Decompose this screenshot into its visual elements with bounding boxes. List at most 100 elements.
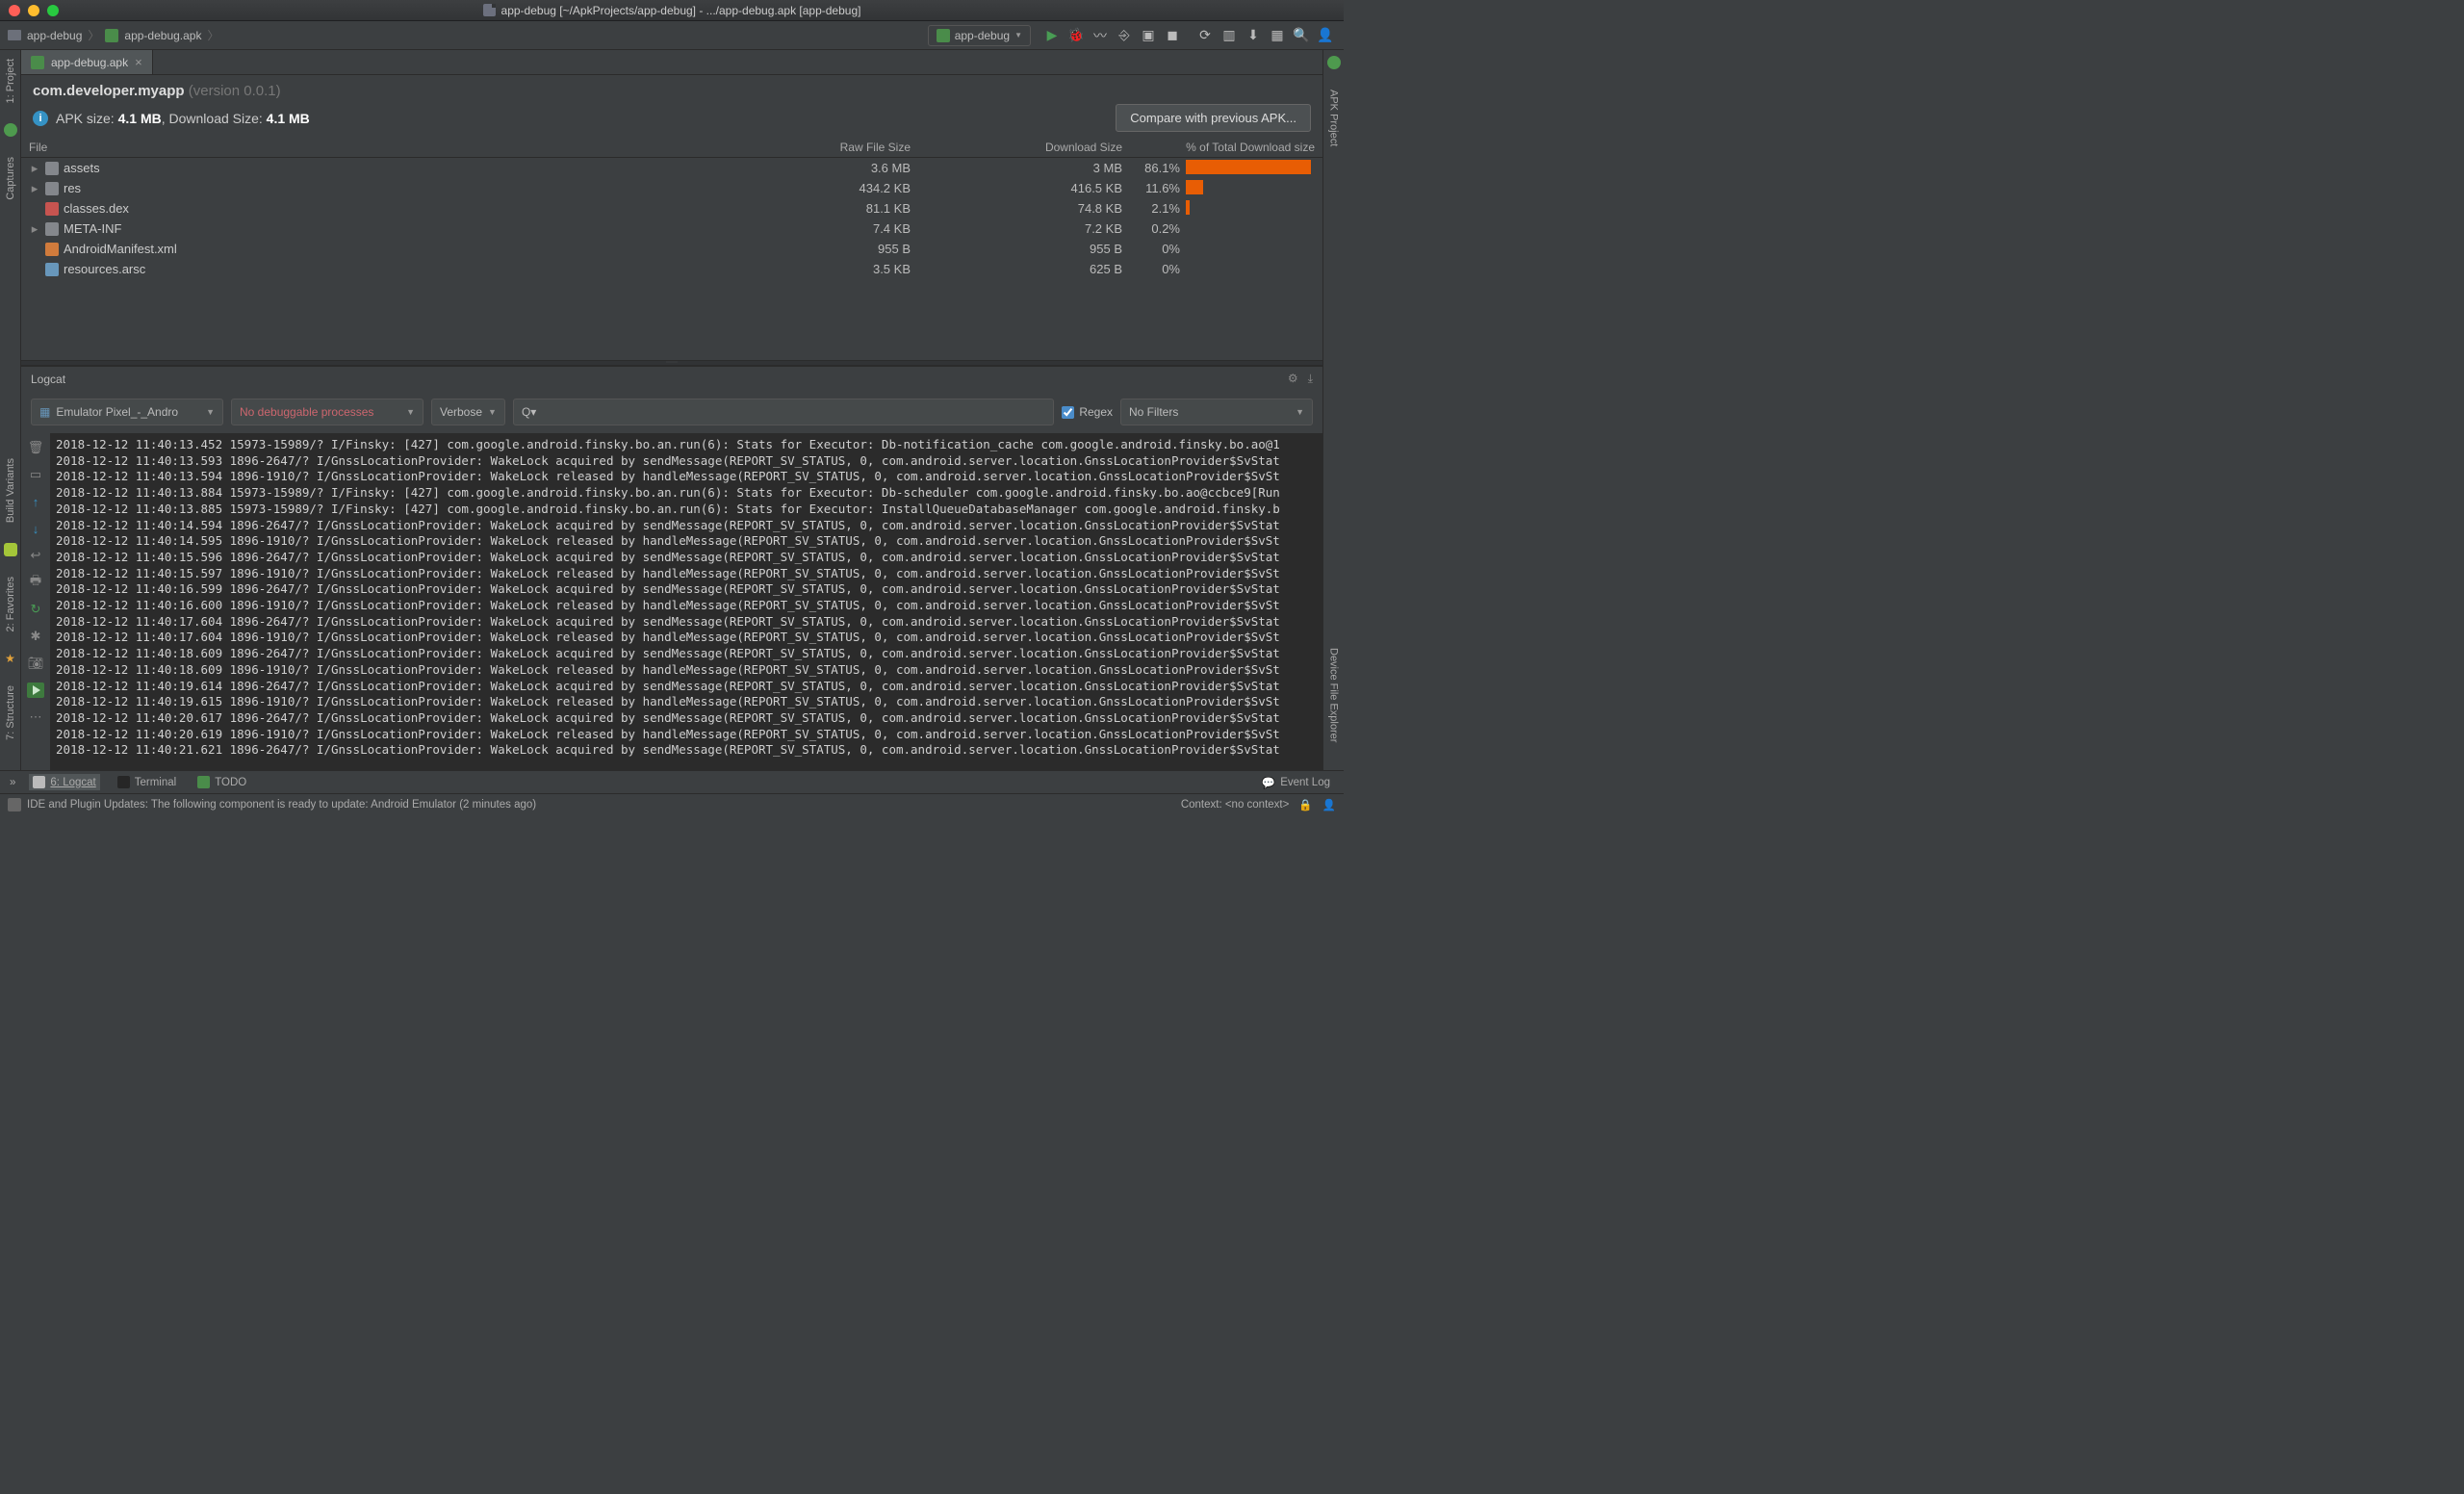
- sdk-manager-button[interactable]: ⬇: [1243, 25, 1264, 46]
- dex-icon: [45, 202, 59, 216]
- expander-icon[interactable]: [29, 201, 40, 216]
- breadcrumb-file[interactable]: app-debug.apk: [105, 29, 201, 42]
- minimize-window-button[interactable]: [28, 5, 39, 16]
- expander-icon[interactable]: [29, 262, 40, 276]
- download-size: 3 MB: [911, 161, 1122, 175]
- tab-logcat[interactable]: 6: Logcat: [29, 774, 99, 790]
- project-structure-button[interactable]: ▦: [1267, 25, 1288, 46]
- col-file[interactable]: File: [29, 141, 718, 154]
- apk-project-icon: [1327, 56, 1341, 69]
- col-percent[interactable]: % of Total Download size: [1122, 141, 1315, 154]
- close-tab-icon[interactable]: ×: [135, 55, 142, 69]
- tab-project[interactable]: 1: Project: [4, 56, 17, 106]
- gear-icon[interactable]: ⚙︎: [1288, 372, 1298, 386]
- maximize-window-button[interactable]: [47, 5, 59, 16]
- up-stack-icon[interactable]: ↑: [27, 493, 44, 510]
- screenshot-icon[interactable]: 📷︎: [27, 655, 44, 672]
- tab-captures[interactable]: Captures: [4, 154, 17, 203]
- tab-build-variants[interactable]: Build Variants: [4, 455, 17, 526]
- log-output[interactable]: 2018-12-12 11:40:13.452 15973-15989/? I/…: [50, 433, 1322, 770]
- logcat-title-label: Logcat: [31, 373, 65, 386]
- run-configuration-selector[interactable]: app-debug ▼: [928, 25, 1031, 46]
- status-icon[interactable]: [8, 798, 21, 811]
- package-name: com.developer.myapp: [33, 83, 185, 99]
- settings-button[interactable]: 👤: [1315, 25, 1336, 46]
- attach-debugger-button[interactable]: ⎆: [1114, 25, 1135, 46]
- scroll-to-end-icon[interactable]: ▭: [27, 466, 44, 483]
- tab-structure[interactable]: 7: Structure: [4, 683, 17, 743]
- col-download-size[interactable]: Download Size: [911, 141, 1122, 154]
- debug-button[interactable]: 🐞: [1065, 25, 1087, 46]
- event-log-icon: 💬: [1262, 776, 1275, 789]
- hide-panel-icon[interactable]: ⤓: [1308, 372, 1313, 386]
- info-icon[interactable]: i: [33, 111, 48, 126]
- print-icon[interactable]: 🖶: [27, 574, 44, 591]
- hector-icon[interactable]: 👤: [1322, 798, 1336, 811]
- close-window-button[interactable]: [9, 5, 20, 16]
- search-everywhere-button[interactable]: 🔍: [1291, 25, 1312, 46]
- filter-selector[interactable]: No Filters ▼: [1120, 399, 1313, 425]
- breadcrumb-file-label: app-debug.apk: [124, 29, 201, 42]
- tab-favorites[interactable]: 2: Favorites: [4, 574, 17, 634]
- run-button[interactable]: ▶: [1041, 25, 1063, 46]
- down-stack-icon[interactable]: ↓: [27, 520, 44, 537]
- table-row[interactable]: resources.arsc3.5 KB625 B0%: [21, 259, 1322, 279]
- star-icon: ★: [5, 652, 15, 665]
- regex-checkbox-input[interactable]: [1062, 406, 1074, 419]
- percent: 86.1%: [1122, 161, 1180, 175]
- table-row[interactable]: classes.dex81.1 KB74.8 KB2.1%: [21, 198, 1322, 219]
- percent: 0.2%: [1122, 221, 1180, 236]
- settings-icon[interactable]: ✱: [27, 628, 44, 645]
- stop-button[interactable]: ◼: [1162, 25, 1183, 46]
- table-row[interactable]: ▸META-INF7.4 KB7.2 KB0.2%: [21, 219, 1322, 239]
- tab-terminal[interactable]: Terminal: [114, 774, 180, 790]
- log-search-input[interactable]: Q▾: [513, 399, 1054, 425]
- process-selector[interactable]: No debuggable processes ▼: [231, 399, 424, 425]
- apk-icon: [105, 29, 118, 42]
- apk-file-table: File Raw File Size Download Size % of To…: [21, 138, 1322, 279]
- profile-button[interactable]: 〰: [1090, 25, 1111, 46]
- table-row[interactable]: ▸res434.2 KB416.5 KB11.6%: [21, 178, 1322, 198]
- apply-changes-button[interactable]: ▣: [1138, 25, 1159, 46]
- avd-manager-button[interactable]: ▥: [1219, 25, 1240, 46]
- lock-icon[interactable]: 🔒: [1298, 798, 1312, 811]
- tab-device-file-explorer[interactable]: Device File Explorer: [1327, 645, 1341, 745]
- percent: 11.6%: [1122, 181, 1180, 195]
- expander-icon[interactable]: [29, 242, 40, 256]
- breadcrumb-root[interactable]: app-debug: [8, 29, 82, 42]
- collapse-icon[interactable]: »: [10, 777, 15, 788]
- expander-icon[interactable]: ▸: [29, 161, 40, 176]
- compare-apk-button[interactable]: Compare with previous APK...: [1116, 104, 1311, 132]
- right-tool-window-bar: APK Project Device File Explorer: [1322, 50, 1344, 770]
- regex-checkbox[interactable]: Regex: [1062, 405, 1113, 419]
- soft-wrap-icon[interactable]: ↩: [27, 547, 44, 564]
- download-size: 7.2 KB: [911, 221, 1122, 236]
- tab-event-log[interactable]: 💬 Event Log: [1258, 774, 1334, 791]
- col-raw-size[interactable]: Raw File Size: [718, 141, 911, 154]
- status-message[interactable]: IDE and Plugin Updates: The following co…: [27, 799, 536, 811]
- table-row[interactable]: AndroidManifest.xml955 B955 B0%: [21, 239, 1322, 259]
- log-level-selector[interactable]: Verbose ▼: [431, 399, 505, 425]
- restart-icon[interactable]: ↻: [27, 601, 44, 618]
- context-label[interactable]: Context: <no context>: [1181, 799, 1290, 811]
- percent-bar: [1180, 160, 1315, 177]
- table-header: File Raw File Size Download Size % of To…: [21, 138, 1322, 158]
- clear-log-icon[interactable]: 🗑: [27, 439, 44, 456]
- expander-icon[interactable]: ▸: [29, 221, 40, 237]
- sync-gradle-button[interactable]: ⟳: [1194, 25, 1216, 46]
- chevron-down-icon: ▼: [1296, 407, 1304, 417]
- editor-tab-apk[interactable]: app-debug.apk ×: [21, 50, 153, 74]
- breadcrumb-root-label: app-debug: [27, 29, 82, 42]
- more-icon[interactable]: ⋯: [27, 708, 44, 726]
- search-field[interactable]: [542, 405, 1045, 420]
- table-row[interactable]: ▸assets3.6 MB3 MB86.1%: [21, 158, 1322, 178]
- folder-icon: [45, 222, 59, 236]
- window-title: app-debug [~/ApkProjects/app-debug] - ..…: [501, 4, 861, 17]
- expander-icon[interactable]: ▸: [29, 181, 40, 196]
- editor-tab-label: app-debug.apk: [51, 56, 128, 69]
- raw-size: 3.5 KB: [718, 262, 911, 276]
- tab-apk-project[interactable]: APK Project: [1327, 87, 1341, 149]
- screen-record-icon[interactable]: [26, 682, 45, 699]
- device-selector[interactable]: ▦ Emulator Pixel_-_Andro ▼: [31, 399, 223, 425]
- tab-todo[interactable]: TODO: [193, 774, 250, 790]
